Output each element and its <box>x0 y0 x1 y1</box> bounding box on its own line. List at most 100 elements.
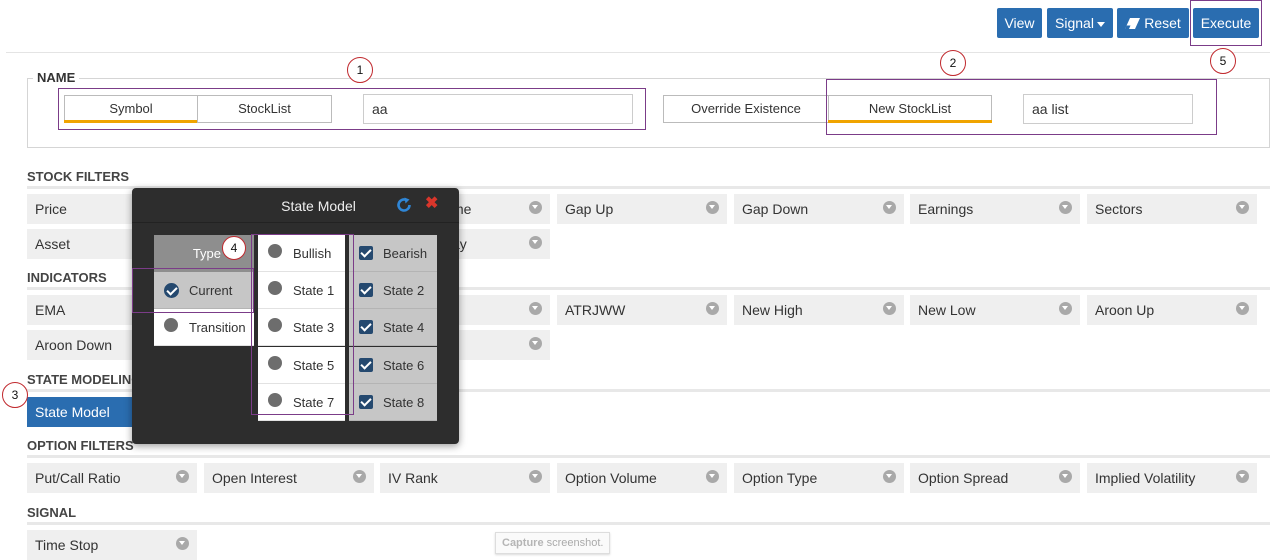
option-type[interactable]: Option Type <box>734 463 904 493</box>
filter-label: Open Interest <box>212 470 297 486</box>
radio-dot-icon <box>164 318 178 332</box>
refresh-icon[interactable] <box>396 197 412 213</box>
indicator-aroon-up[interactable]: Aroon Up <box>1087 295 1257 325</box>
state-2-option[interactable]: State 2 <box>349 272 437 309</box>
bullish-header[interactable]: Bullish <box>258 235 345 272</box>
state-label: State 1 <box>293 283 335 298</box>
filter-label: Implied Volatility <box>1095 470 1196 486</box>
chevron-down-icon <box>883 201 896 214</box>
option-filters-heading: OPTION FILTERS <box>27 438 134 453</box>
state-6-option[interactable]: State 6 <box>349 347 437 384</box>
chevron-down-icon <box>1059 201 1072 214</box>
state-label: State 6 <box>383 358 425 373</box>
chevron-down-icon <box>176 470 189 483</box>
stocklist-name-input[interactable]: aa list <box>1023 94 1193 124</box>
execute-label: Execute <box>1200 15 1252 31</box>
callout-1: 1 <box>347 57 373 83</box>
state-7-option[interactable]: State 7 <box>258 384 345 421</box>
signal-label: Signal <box>1055 15 1094 31</box>
chevron-down-icon <box>529 201 542 214</box>
chevron-down-icon <box>1059 302 1072 315</box>
signal-heading: SIGNAL <box>27 505 77 520</box>
filter-label: ATRJWW <box>565 302 626 318</box>
callout-2: 2 <box>940 50 966 76</box>
stocklist-tab[interactable]: StockList <box>197 95 332 123</box>
checkbox-checked-icon <box>359 358 373 372</box>
symbol-tab[interactable]: Symbol <box>64 95 198 123</box>
chevron-down-icon <box>176 537 189 550</box>
filter-label: EMA <box>35 302 66 318</box>
option-filters-divider <box>27 455 1270 458</box>
filter-label: Time Stop <box>35 537 99 553</box>
state-8-option[interactable]: State 8 <box>349 384 437 421</box>
override-existence-tab[interactable]: Override Existence <box>663 95 829 123</box>
bearish-label: Bearish <box>383 246 428 261</box>
radio-dot-icon <box>268 318 282 332</box>
chevron-down-icon <box>883 470 896 483</box>
type-label: Transition <box>189 320 246 335</box>
state-label: State 3 <box>293 320 335 335</box>
chevron-down-icon <box>706 302 719 315</box>
signal-divider <box>27 522 1270 525</box>
indicator-new-low[interactable]: New Low <box>910 295 1080 325</box>
chevron-down-icon <box>706 470 719 483</box>
state-3-option[interactable]: State 3 <box>258 309 345 346</box>
reset-button[interactable]: Reset <box>1117 8 1189 38</box>
state-model-dialog: State Model ✖ Type 4 Current Transition … <box>132 188 459 444</box>
view-button[interactable]: View <box>997 8 1042 38</box>
close-icon[interactable]: ✖ <box>425 196 438 212</box>
option-iv-rank[interactable]: IV Rank <box>380 463 550 493</box>
state-label: State 7 <box>293 395 335 410</box>
state-5-option[interactable]: State 5 <box>258 347 345 384</box>
filter-label: Gap Down <box>742 201 809 217</box>
chevron-down-icon <box>529 470 542 483</box>
name-input[interactable]: aa <box>363 94 633 124</box>
state-modeling-heading: STATE MODELING <box>27 372 142 387</box>
option-open-interest[interactable]: Open Interest <box>204 463 374 493</box>
option-volume[interactable]: Option Volume <box>557 463 727 493</box>
indicator-new-high[interactable]: New High <box>734 295 904 325</box>
filter-gap-up[interactable]: Gap Up <box>557 194 727 224</box>
option-put-call-ratio[interactable]: Put/Call Ratio <box>27 463 197 493</box>
callout-3: 3 <box>2 382 28 408</box>
filter-gap-down[interactable]: Gap Down <box>734 194 904 224</box>
filter-label: Option Type <box>742 470 818 486</box>
execute-button[interactable]: Execute <box>1193 8 1259 38</box>
tooltip-text: screenshot. <box>543 537 604 549</box>
chevron-down-icon <box>353 470 366 483</box>
state-label: State 5 <box>293 358 335 373</box>
filter-label: Option Volume <box>565 470 657 486</box>
view-label: View <box>1004 15 1035 31</box>
option-implied-volatility[interactable]: Implied Volatility <box>1087 463 1257 493</box>
bearish-header[interactable]: Bearish <box>349 235 437 272</box>
chevron-down-icon <box>1236 470 1249 483</box>
type-transition[interactable]: Transition <box>154 309 254 346</box>
chevron-down-icon <box>529 337 542 350</box>
filter-label: Asset <box>35 236 71 252</box>
signal-time-stop[interactable]: Time Stop <box>27 530 197 560</box>
indicator-atrjww[interactable]: ATRJWW <box>557 295 727 325</box>
checkbox-checked-icon <box>359 320 373 334</box>
filter-earnings[interactable]: Earnings <box>910 194 1080 224</box>
capture-tooltip: Capture screenshot. <box>495 532 611 554</box>
radio-dot-icon <box>268 281 282 295</box>
state-label: State 4 <box>383 320 425 335</box>
filter-label: Gap Up <box>565 201 614 217</box>
new-stocklist-tab[interactable]: New StockList <box>828 95 992 123</box>
type-current[interactable]: Current <box>154 272 254 309</box>
state-1-option[interactable]: State 1 <box>258 272 345 309</box>
callout-4: 4 <box>222 236 246 260</box>
signal-dropdown-button[interactable]: Signal <box>1047 8 1113 38</box>
filter-label: Option Spread <box>918 470 1009 486</box>
reset-label: Reset <box>1144 15 1181 31</box>
filter-label: State Model <box>35 404 110 420</box>
state-4-option[interactable]: State 4 <box>349 309 437 346</box>
option-spread[interactable]: Option Spread <box>910 463 1080 493</box>
chevron-down-icon <box>529 302 542 315</box>
filter-label: New High <box>742 302 803 318</box>
toolbar-divider <box>6 52 1270 53</box>
filter-sectors[interactable]: Sectors <box>1087 194 1257 224</box>
chevron-down-icon <box>706 201 719 214</box>
filter-label: Price <box>35 201 67 217</box>
stock-filters-heading: STOCK FILTERS <box>27 169 130 184</box>
